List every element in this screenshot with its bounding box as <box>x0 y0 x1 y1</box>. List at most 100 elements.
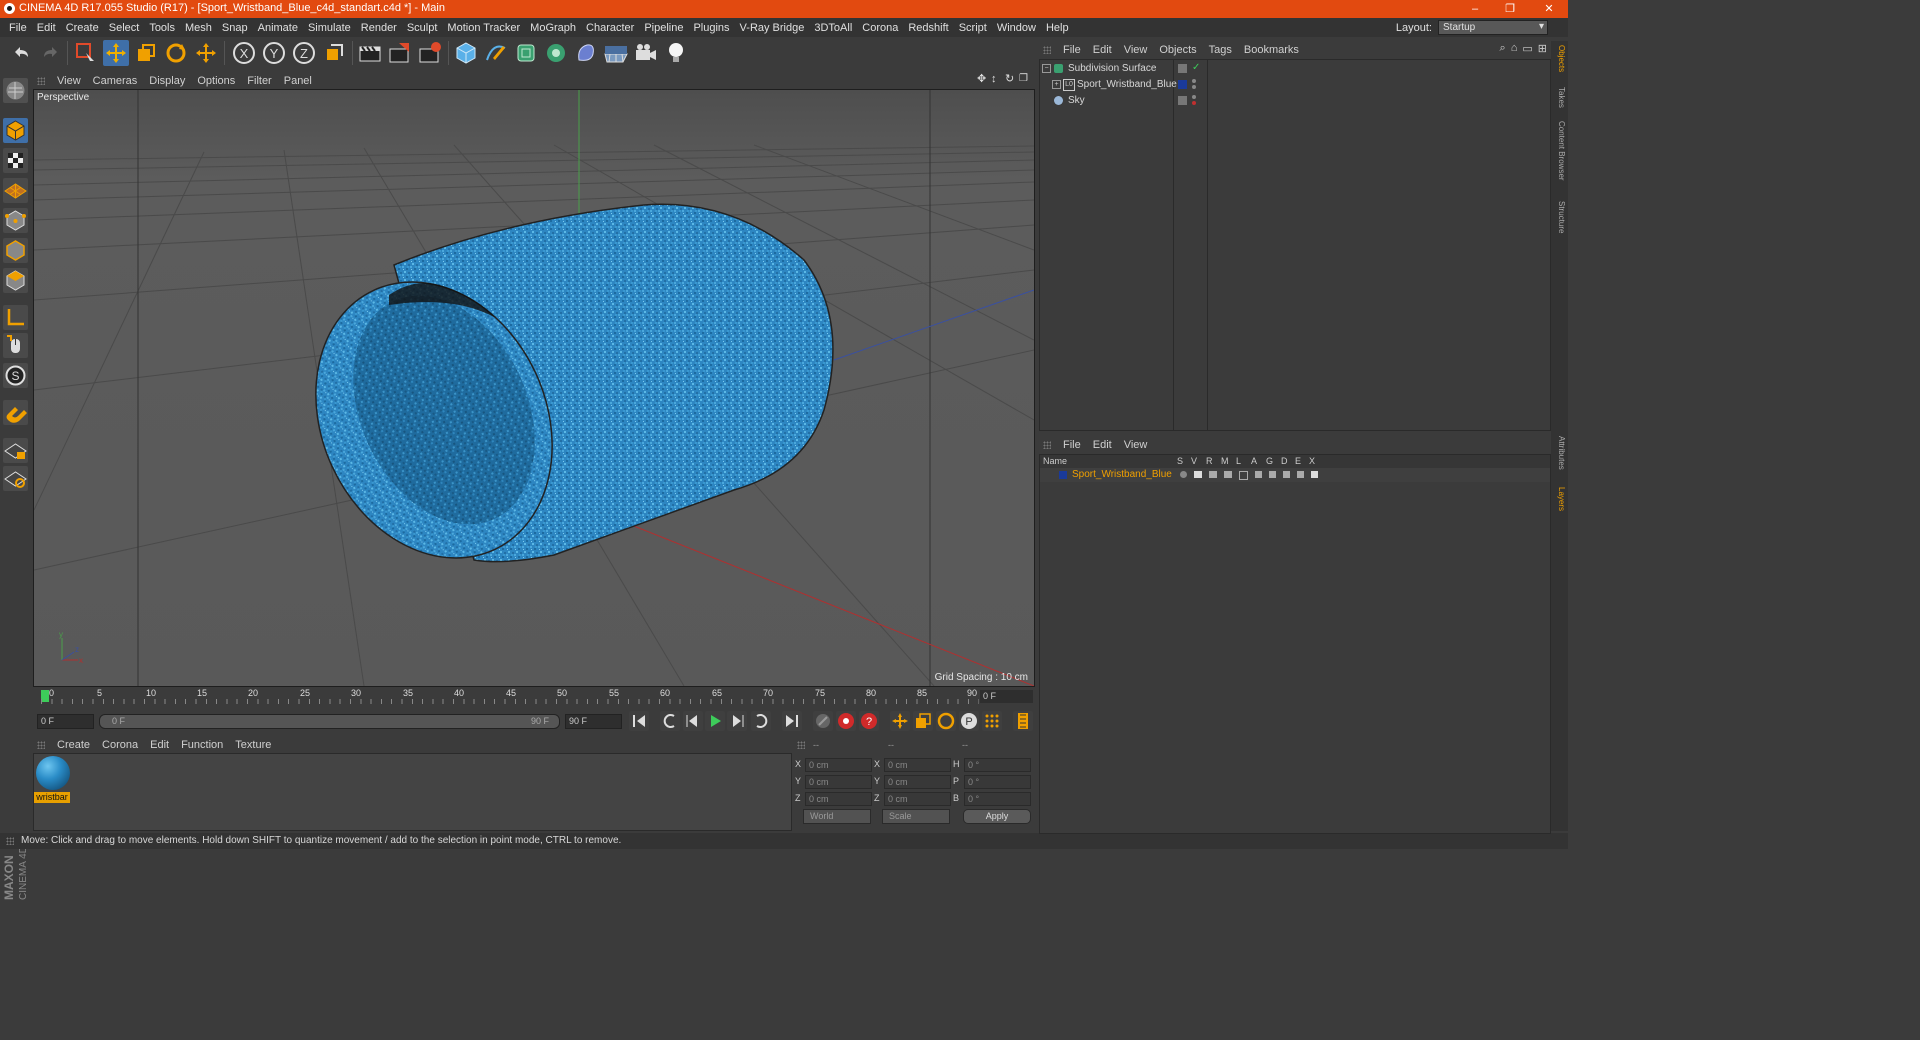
viewport-pan-icon[interactable]: ✥ <box>977 73 989 85</box>
viewport-zoom-icon[interactable]: ↕ <box>991 73 1003 85</box>
keyframe-selection-icon[interactable] <box>813 711 833 731</box>
spline-pen-icon[interactable] <box>483 40 509 66</box>
redo-icon[interactable] <box>38 40 64 66</box>
size-mode-dropdown[interactable]: Scale <box>882 809 950 824</box>
undo-icon[interactable] <box>8 40 34 66</box>
material-menu-create[interactable]: Create <box>57 739 90 751</box>
deformer-icon[interactable] <box>573 40 599 66</box>
solo-toggle-icon[interactable] <box>1180 471 1187 478</box>
object-row-sky[interactable]: Sky <box>1040 93 1550 109</box>
viewport-menu-options[interactable]: Options <box>197 75 235 87</box>
light-icon[interactable] <box>663 40 689 66</box>
objects-menu-objects[interactable]: Objects <box>1159 44 1196 56</box>
animation-toggle-icon[interactable] <box>1255 471 1262 478</box>
frame-range-slider[interactable]: 0 F 90 F <box>99 714 560 729</box>
rotation-b-field[interactable]: 0 ° <box>964 792 1031 806</box>
size-z-field[interactable]: 0 cm <box>884 792 951 806</box>
end-frame-field[interactable]: 90 F <box>565 714 622 729</box>
workplane-rotate-icon[interactable] <box>3 466 28 491</box>
scale-tool-icon[interactable] <box>133 40 159 66</box>
render-picture-viewer-icon[interactable] <box>387 40 413 66</box>
render-toggle-icon[interactable] <box>1209 471 1217 478</box>
size-y-field[interactable]: 0 cm <box>884 775 951 789</box>
menu-mograph[interactable]: MoGraph <box>530 22 576 34</box>
layer-tag-icon[interactable] <box>1178 64 1187 73</box>
tab-layers[interactable]: Layers <box>1553 487 1566 511</box>
record-active-icon[interactable] <box>836 711 856 731</box>
previous-frame-icon[interactable] <box>683 711 703 731</box>
menu-simulate[interactable]: Simulate <box>308 22 351 34</box>
menu-sculpt[interactable]: Sculpt <box>407 22 438 34</box>
go-to-end-icon[interactable] <box>782 711 802 731</box>
previous-key-icon[interactable] <box>660 711 680 731</box>
objects-menu-bookmarks[interactable]: Bookmarks <box>1244 44 1299 56</box>
material-menu-edit[interactable]: Edit <box>150 739 169 751</box>
z-axis-lock-icon[interactable]: Z <box>291 40 317 66</box>
menu-window[interactable]: Window <box>997 22 1036 34</box>
menu-character[interactable]: Character <box>586 22 634 34</box>
expressions-toggle-icon[interactable] <box>1297 471 1304 478</box>
tweak-mode-icon[interactable] <box>3 333 28 358</box>
layout-dropdown[interactable]: Startup <box>1438 20 1548 35</box>
close-button[interactable]: ✕ <box>1534 0 1564 18</box>
menu-render[interactable]: Render <box>361 22 397 34</box>
expand-toggle-icon[interactable]: + <box>1052 80 1061 89</box>
render-settings-icon[interactable] <box>417 40 443 66</box>
tab-content-browser[interactable]: Content Browser <box>1553 121 1566 181</box>
menu-tools[interactable]: Tools <box>149 22 175 34</box>
material-name-label[interactable]: wristbar <box>34 792 70 803</box>
deformers-toggle-icon[interactable] <box>1283 471 1290 478</box>
menu-corona[interactable]: Corona <box>862 22 898 34</box>
object-name[interactable]: Sport_Wristband_Blue <box>1077 79 1177 90</box>
size-x-field[interactable]: 0 cm <box>884 758 951 772</box>
autokey-icon[interactable]: ? <box>859 711 879 731</box>
object-row-sport-wristband-blue[interactable]: + L0 Sport_Wristband_Blue <box>1040 77 1550 93</box>
timeline-ruler[interactable]: 0 5 10 15 20 25 30 35 40 45 50 55 60 65 … <box>33 688 1035 706</box>
coordinate-system-icon[interactable] <box>321 40 347 66</box>
tab-structure[interactable]: Structure <box>1553 201 1566 233</box>
cube-primitive-icon[interactable] <box>453 40 479 66</box>
rotation-h-field[interactable]: 0 ° <box>964 758 1031 772</box>
floor-environment-icon[interactable] <box>603 40 629 66</box>
layer-color-swatch[interactable] <box>1059 471 1067 479</box>
minimize-button[interactable]: – <box>1460 0 1490 18</box>
perspective-viewport[interactable]: Perspective y x z Grid Spacing : 10 cm <box>33 89 1035 687</box>
new-view-icon[interactable]: ▭ <box>1522 42 1532 55</box>
snapping-icon[interactable]: S <box>3 363 28 388</box>
render-dot[interactable] <box>1192 85 1196 89</box>
menu-file[interactable]: File <box>9 22 27 34</box>
tab-takes[interactable]: Takes <box>1553 87 1566 108</box>
timeline-window-icon[interactable] <box>1013 711 1033 731</box>
menu-create[interactable]: Create <box>66 22 99 34</box>
material-menu-texture[interactable]: Texture <box>235 739 271 751</box>
menu-help[interactable]: Help <box>1046 22 1069 34</box>
next-key-icon[interactable] <box>751 711 771 731</box>
polygons-mode-icon[interactable] <box>3 268 28 293</box>
visibility-dot[interactable] <box>1192 95 1196 99</box>
material-preview-sphere[interactable] <box>36 756 70 790</box>
visibility-dot[interactable] <box>1192 79 1196 83</box>
manager-toggle-icon[interactable] <box>1224 471 1232 478</box>
viewport-menu-view[interactable]: View <box>57 75 81 87</box>
edges-mode-icon[interactable] <box>3 238 28 263</box>
current-frame-field[interactable]: 0 F <box>980 690 1033 703</box>
menu-vray-bridge[interactable]: V-Ray Bridge <box>740 22 805 34</box>
workplane-mode-icon[interactable] <box>3 178 28 203</box>
viewport-toggle-icon[interactable]: ❐ <box>1019 73 1031 85</box>
layer-tag-icon[interactable] <box>1178 96 1187 105</box>
play-icon[interactable] <box>705 711 725 731</box>
expand-icon[interactable]: ⊞ <box>1538 42 1547 55</box>
menu-edit[interactable]: Edit <box>37 22 56 34</box>
render-off-dot[interactable] <box>1192 101 1196 105</box>
render-view-icon[interactable] <box>357 40 383 66</box>
menu-3dtoall[interactable]: 3DToAll <box>814 22 852 34</box>
layer-color-tag[interactable] <box>1178 80 1187 89</box>
menu-redshift[interactable]: Redshift <box>908 22 948 34</box>
layer-row-sport-wristband-blue[interactable]: Sport_Wristband_Blue <box>1040 468 1550 482</box>
coordinate-space-dropdown[interactable]: World <box>803 809 871 824</box>
layers-menu-edit[interactable]: Edit <box>1093 439 1112 451</box>
magnet-icon[interactable] <box>3 400 28 425</box>
menu-select[interactable]: Select <box>109 22 140 34</box>
position-z-field[interactable]: 0 cm <box>805 792 872 806</box>
menu-motion-tracker[interactable]: Motion Tracker <box>447 22 520 34</box>
